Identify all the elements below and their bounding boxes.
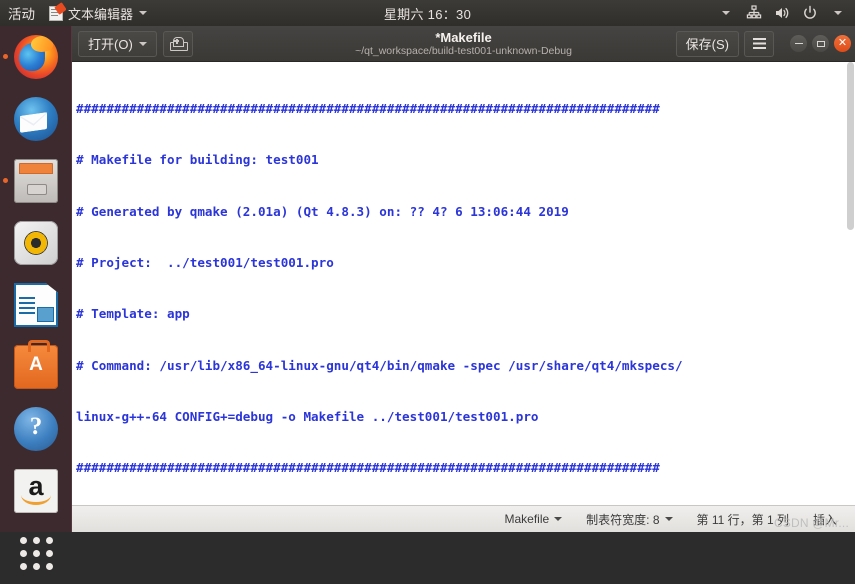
minimize-button[interactable]	[790, 35, 807, 52]
chevron-down-icon	[664, 517, 673, 521]
running-indicator-dot	[3, 54, 8, 59]
clock-label: 星期六 16：30	[383, 6, 472, 22]
page-subtitle: ~/qt_workspace/build-test001-unknown-Deb…	[355, 44, 572, 57]
main-menu-button[interactable]	[744, 30, 774, 57]
cursor-position-label: 第 11 行，第 1 列	[696, 512, 789, 527]
chevron-down-icon	[139, 11, 148, 15]
amazon-icon	[14, 469, 58, 513]
code-line: # Generated by qmake (2.01a) (Qt 4.8.3) …	[76, 203, 569, 219]
gedit-window: 打开(O) *Makefile ~/qt_workspace/build-tes…	[72, 26, 855, 532]
open-button-label: 打开(O)	[88, 37, 133, 52]
rhythmbox-icon	[14, 221, 58, 265]
save-as-icon	[169, 36, 188, 51]
code-line: # Project: ../test001/test001.pro	[76, 255, 334, 271]
scrollbar-thumb[interactable]	[847, 62, 854, 230]
maximize-button[interactable]	[812, 35, 829, 52]
tray-chevron-left-icon[interactable]	[713, 0, 739, 26]
thunderbird-icon	[14, 97, 58, 141]
unity-launcher	[0, 26, 72, 570]
network-icon[interactable]	[741, 0, 767, 26]
launcher-item-libreoffice-writer[interactable]	[0, 274, 72, 336]
vertical-scrollbar[interactable]	[846, 62, 855, 505]
launcher-item-software-center[interactable]	[0, 336, 72, 398]
open-button[interactable]: 打开(O)	[78, 30, 157, 57]
top-panel: 活动 文本编辑器 星期六 16：30	[0, 0, 855, 26]
activities-label: 活动	[8, 7, 35, 22]
code-line: ########################################…	[76, 101, 660, 117]
chevron-down-icon	[554, 517, 563, 521]
window-titlebar: 打开(O) *Makefile ~/qt_workspace/build-tes…	[72, 26, 855, 62]
launcher-item-thunderbird[interactable]	[0, 88, 72, 150]
code-line: linux-g++-64 CONFIG+=debug -o Makefile .…	[76, 408, 539, 424]
hamburger-menu-icon	[752, 38, 766, 49]
launcher-item-rhythmbox[interactable]	[0, 212, 72, 274]
code-line: # Makefile for building: test001	[76, 152, 319, 168]
power-icon[interactable]	[797, 0, 823, 26]
titlebar-right-group: 保存(S) ✕	[675, 30, 851, 57]
editor-area[interactable]: ########################################…	[72, 62, 855, 505]
maximize-icon	[816, 40, 825, 47]
firefox-icon	[14, 35, 58, 79]
launcher-item-files[interactable]	[0, 150, 72, 212]
tab-width-selector[interactable]: 制表符宽度: 8	[574, 511, 684, 528]
chevron-down-icon	[138, 41, 147, 46]
app-menu-button[interactable]: 文本编辑器	[42, 0, 154, 26]
files-icon	[14, 159, 58, 203]
source-code-view[interactable]: ########################################…	[72, 62, 855, 505]
activities-button[interactable]: 活动	[0, 0, 42, 26]
minimize-icon	[794, 42, 803, 45]
launcher-item-show-applications[interactable]	[0, 522, 72, 584]
launcher-item-help[interactable]	[0, 398, 72, 460]
app-menu-label: 文本编辑器	[68, 6, 134, 22]
tray-chevron-down-icon[interactable]	[825, 0, 851, 26]
save-button-label: 保存(S)	[685, 37, 729, 52]
help-icon	[14, 407, 58, 451]
software-center-icon	[14, 340, 58, 389]
clock-button[interactable]: 星期六 16：30	[328, 4, 528, 23]
page-title: *Makefile	[435, 29, 492, 45]
language-label: Makefile	[504, 512, 550, 526]
libreoffice-writer-icon	[14, 283, 58, 327]
insert-mode-label: 插入	[812, 512, 837, 527]
grid-dots-icon	[19, 536, 53, 570]
code-line: # Template: app	[76, 306, 190, 322]
insert-mode: 插入	[801, 511, 849, 528]
status-bar: Makefile 制表符宽度: 8 第 11 行，第 1 列 插入 CSDN @…	[72, 505, 855, 532]
system-tray	[713, 0, 851, 26]
launcher-item-firefox[interactable]	[0, 26, 72, 88]
volume-icon[interactable]	[769, 0, 795, 26]
close-icon: ✕	[837, 37, 848, 49]
code-line: # Command: /usr/lib/x86_64-linux-gnu/qt4…	[76, 357, 683, 373]
language-selector[interactable]: Makefile	[492, 512, 574, 526]
launcher-item-amazon[interactable]	[0, 460, 72, 522]
cursor-position: 第 11 行，第 1 列	[685, 511, 801, 528]
running-indicator-dot	[3, 178, 8, 183]
code-line: ########################################…	[76, 460, 660, 476]
close-button[interactable]: ✕	[834, 35, 851, 52]
tab-width-label: 制表符宽度: 8	[586, 512, 660, 527]
text-editor-icon	[49, 5, 63, 21]
new-document-button[interactable]	[162, 30, 193, 57]
save-button[interactable]: 保存(S)	[675, 30, 739, 57]
